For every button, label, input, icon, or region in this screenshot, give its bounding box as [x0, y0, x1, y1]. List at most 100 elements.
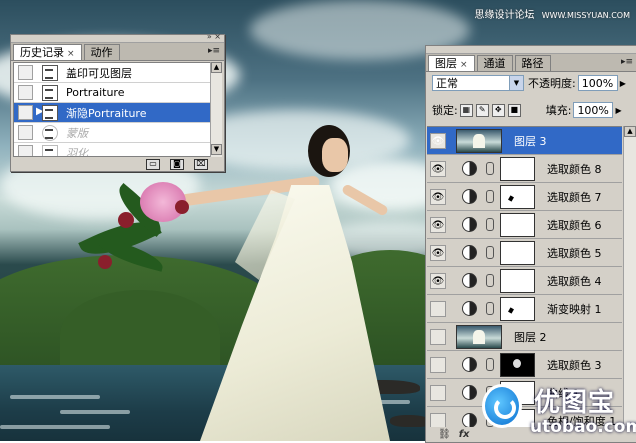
mask-link-icon[interactable] [486, 274, 494, 287]
lasso-icon [42, 124, 58, 141]
history-item-label: 蒙版 [66, 126, 88, 140]
adjustment-layer-icon[interactable] [462, 301, 477, 316]
visibility-eye-icon[interactable]: 👁 [430, 188, 446, 205]
opacity-field[interactable]: 100% [577, 75, 618, 91]
history-item-selected[interactable]: ▶ 渐隐Portraiture [14, 103, 210, 123]
layer-mask-thumbnail[interactable] [500, 296, 535, 321]
fx-icon[interactable]: fx [459, 429, 470, 440]
history-item[interactable]: Portraiture [14, 83, 210, 103]
link-icon[interactable]: ⛓ [438, 429, 451, 440]
visibility-eye-icon[interactable] [430, 300, 446, 317]
snapshot-source-checkbox[interactable] [18, 85, 33, 100]
history-scrollbar[interactable]: ▲ ▼ [210, 62, 222, 157]
snapshot-source-checkbox[interactable] [18, 145, 33, 156]
layer-mask-thumbnail[interactable] [500, 240, 535, 265]
visibility-eye-icon[interactable]: 👁 [430, 132, 446, 149]
layer-mask-thumbnail[interactable] [500, 156, 535, 181]
history-panel-titlebar[interactable]: » × [11, 32, 224, 43]
lock-move-icon[interactable]: ✥ [491, 103, 505, 117]
tab-channels-label: 通道 [483, 57, 506, 70]
lock-brush-icon[interactable]: ✎ [475, 103, 489, 117]
tab-paths[interactable]: 路径 [514, 55, 551, 71]
lock-transparent-icon[interactable]: ▦ [459, 103, 473, 117]
tab-layers[interactable]: 图层 × [428, 55, 475, 71]
visibility-eye-icon[interactable] [430, 356, 446, 373]
adjustment-layer-icon[interactable] [462, 245, 477, 260]
visibility-eye-icon[interactable] [430, 328, 446, 345]
adjustment-layer-icon[interactable] [462, 217, 477, 232]
panel-menu-icon[interactable]: ▸≡ [208, 46, 220, 56]
layer-name[interactable]: 选取颜色 4 [547, 273, 602, 289]
mask-link-icon[interactable] [486, 358, 494, 371]
fill-label: 填充: [545, 104, 572, 117]
layer-name[interactable]: 选取颜色 3 [547, 357, 602, 373]
history-item[interactable]: 羽化 [14, 143, 210, 156]
layer-row[interactable]: 渐变映射 1 [427, 295, 622, 323]
layer-name[interactable]: 图层 2 [514, 329, 547, 345]
snapshot-source-checkbox[interactable] [18, 125, 33, 140]
tab-actions[interactable]: 动作 [83, 44, 120, 60]
mask-link-icon[interactable] [486, 162, 494, 175]
new-document-from-state-icon[interactable]: ▭ [146, 158, 160, 170]
snapshot-source-checkbox[interactable] [18, 105, 33, 120]
chevron-down-icon[interactable]: ▼ [509, 76, 523, 90]
visibility-eye-icon[interactable]: 👁 [430, 160, 446, 177]
snapshot-source-checkbox[interactable] [18, 65, 33, 80]
lock-all-icon[interactable]: ■ [507, 103, 521, 117]
layers-panel-titlebar[interactable] [426, 46, 636, 54]
layer-name[interactable]: 选取颜色 5 [547, 245, 602, 261]
mask-link-icon[interactable] [486, 302, 494, 315]
layer-row[interactable]: 👁 选取颜色 6 [427, 211, 622, 239]
adjustment-layer-icon[interactable] [462, 385, 477, 400]
fill-slider-arrow-icon[interactable]: ▶ [615, 106, 621, 115]
history-list[interactable]: 盖印可见图层 Portraiture ▶ 渐隐Portraiture 蒙版 羽化 [13, 62, 211, 157]
visibility-eye-icon[interactable] [430, 384, 446, 401]
tab-close-icon[interactable]: × [460, 60, 468, 70]
adjustment-layer-icon[interactable] [462, 161, 477, 176]
layer-mask-thumbnail[interactable] [500, 352, 535, 377]
history-item[interactable]: 盖印可见图层 [14, 63, 210, 83]
layer-row[interactable]: 👁 选取颜色 7 [427, 183, 622, 211]
layer-row[interactable]: 选取颜色 3 [427, 351, 622, 379]
tab-close-icon[interactable]: × [67, 49, 75, 59]
scroll-up-icon[interactable]: ▲ [624, 126, 636, 137]
tab-channels[interactable]: 通道 [476, 55, 513, 71]
adjustment-layer-icon[interactable] [462, 357, 477, 372]
opacity-value: 100% [581, 76, 614, 90]
watermark-cn: 思缘设计论坛 [474, 10, 535, 21]
mask-link-icon[interactable] [486, 190, 494, 203]
layer-name[interactable]: 选取颜色 6 [547, 217, 602, 233]
mask-link-icon[interactable] [486, 246, 494, 259]
new-snapshot-icon[interactable]: ◙ [170, 158, 184, 170]
layer-row[interactable]: 👁 选取颜色 8 [427, 155, 622, 183]
layer-row-selected[interactable]: 👁 图层 3 [427, 127, 622, 155]
blend-mode-select[interactable]: 正常 ▼ [432, 75, 524, 91]
tab-history[interactable]: 历史记录 × [13, 44, 82, 60]
layer-row[interactable]: 图层 2 [427, 323, 622, 351]
layer-name[interactable]: 选取颜色 7 [547, 189, 602, 205]
layer-row[interactable]: 👁 选取颜色 4 [427, 267, 622, 295]
adjustment-layer-icon[interactable] [462, 189, 477, 204]
layer-name[interactable]: 选取颜色 8 [547, 161, 602, 177]
opacity-slider-arrow-icon[interactable]: ▶ [620, 79, 626, 88]
fill-field[interactable]: 100% [573, 102, 614, 118]
history-item[interactable]: 蒙版 [14, 123, 210, 143]
mask-link-icon[interactable] [486, 218, 494, 231]
layer-mask-thumbnail[interactable] [500, 268, 535, 293]
layer-row[interactable]: 👁 选取颜色 5 [427, 239, 622, 267]
adjustment-layer-icon[interactable] [462, 273, 477, 288]
layer-mask-thumbnail[interactable] [500, 184, 535, 209]
scroll-down-icon[interactable]: ▼ [211, 144, 222, 155]
trash-icon[interactable]: ⌧ [194, 158, 208, 170]
panel-menu-icon[interactable]: ▸≡ [621, 57, 633, 67]
adjustment-layer-icon[interactable] [462, 413, 477, 427]
layer-name[interactable]: 渐变映射 1 [547, 301, 602, 317]
scroll-up-icon[interactable]: ▲ [211, 62, 222, 73]
panel-collapse-icon[interactable]: » × [207, 32, 221, 41]
visibility-eye-icon[interactable]: 👁 [430, 272, 446, 289]
visibility-eye-icon[interactable]: 👁 [430, 216, 446, 233]
layer-name[interactable]: 图层 3 [514, 133, 547, 149]
visibility-eye-icon[interactable] [430, 412, 446, 427]
visibility-eye-icon[interactable]: 👁 [430, 244, 446, 261]
layer-mask-thumbnail[interactable] [500, 212, 535, 237]
